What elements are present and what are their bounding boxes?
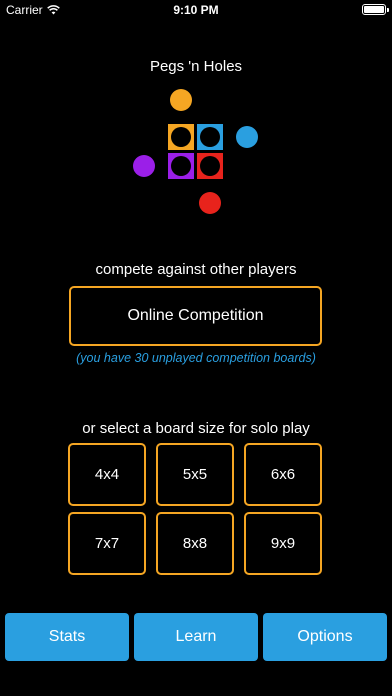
unplayed-boards-note: (you have 30 unplayed competition boards… bbox=[76, 351, 316, 365]
board-size-button-9x9[interactable]: 9x9 bbox=[244, 512, 322, 575]
competition-label: compete against other players bbox=[95, 261, 297, 278]
board-size-button-8x8[interactable]: 8x8 bbox=[156, 512, 234, 575]
bottom-bar: Stats Learn Options bbox=[5, 613, 387, 661]
board-size-button-4x4[interactable]: 4x4 bbox=[68, 443, 146, 506]
status-time: 9:10 PM bbox=[173, 3, 219, 17]
solo-label: or select a board size for solo play bbox=[82, 420, 310, 437]
logo-peg-purple bbox=[133, 155, 155, 177]
status-bar: Carrier 9:10 PM bbox=[0, 0, 392, 20]
options-button[interactable]: Options bbox=[263, 613, 387, 661]
app-title: Pegs 'n Holes bbox=[149, 58, 243, 75]
battery-full-icon bbox=[362, 4, 389, 15]
board-size-button-6x6[interactable]: 6x6 bbox=[244, 443, 322, 506]
board-size-button-5x5[interactable]: 5x5 bbox=[156, 443, 234, 506]
pegs-logo-icon bbox=[133, 89, 258, 214]
online-competition-button[interactable]: Online Competition bbox=[69, 286, 322, 346]
stats-button[interactable]: Stats bbox=[5, 613, 129, 661]
board-size-button-7x7[interactable]: 7x7 bbox=[68, 512, 146, 575]
board-size-grid: 4x4 5x5 6x6 7x7 8x8 9x9 bbox=[68, 443, 324, 576]
logo-peg-red bbox=[199, 192, 221, 214]
logo-peg-blue bbox=[236, 126, 258, 148]
learn-button[interactable]: Learn bbox=[134, 613, 258, 661]
logo-peg-orange bbox=[170, 89, 192, 111]
